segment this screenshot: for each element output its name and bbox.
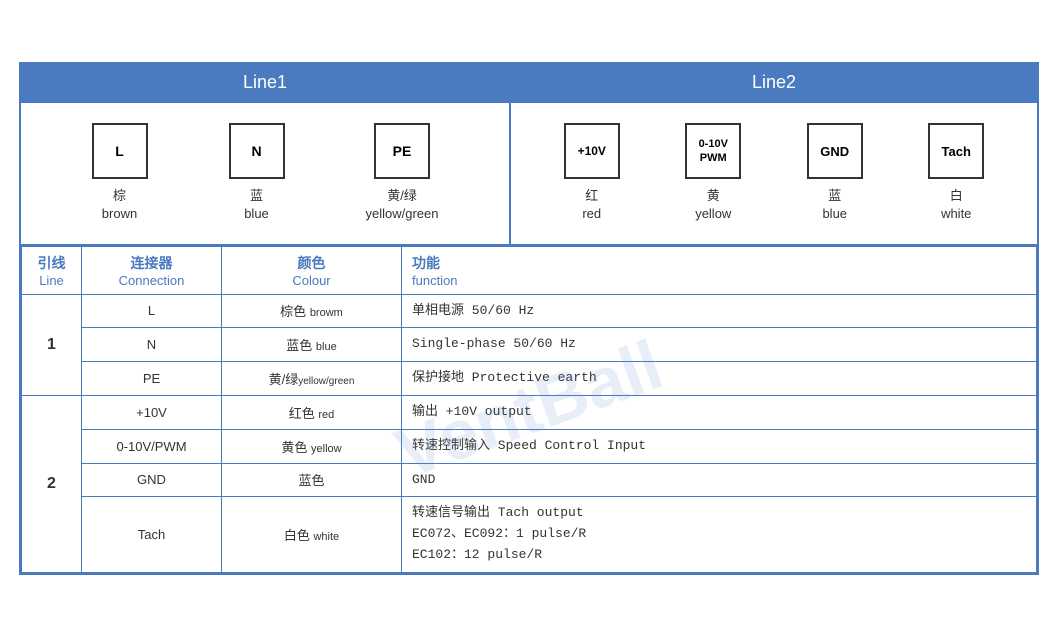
func-L: 单相电源 50/60 Hz [402,294,1037,328]
func-Tach: 转速信号输出 Tach output EC072、EC092：1 pulse/R… [402,497,1037,572]
table-row: GND 蓝色 GND [22,463,1037,497]
connector-10V: +10V 红red [564,123,620,223]
colour-PWM: 黄色 yellow [222,429,402,463]
conn-GND: GND [82,463,222,497]
connector-box-N: N [229,123,285,179]
colour-GND: 蓝色 [222,463,402,497]
table-row: 1 L 棕色 browm 单相电源 50/60 Hz [22,294,1037,328]
main-container: Line1 Line2 L 棕brown N 蓝blue PE 黄/绿yello… [19,62,1039,575]
line-number-2: 2 [22,395,82,572]
connector-label-Tach: 白white [941,187,971,223]
header-line2: Line2 [511,64,1037,101]
diagram-line2: +10V 红red 0-10VPWM 黄yellow GND 蓝blue Tac… [511,103,1037,243]
conn-L: L [82,294,222,328]
connector-label-GND: 蓝blue [822,187,847,223]
header-line1: Line1 [21,64,511,101]
table-section: VentBall 引线 Line 连接器 Connection 颜色 Colou… [21,246,1037,573]
table-row: Tach 白色 white 转速信号输出 Tach output EC072、E… [22,497,1037,572]
table-header-row: 引线 Line 连接器 Connection 颜色 Colour 功能 func… [22,246,1037,294]
connector-PE: PE 黄/绿yellow/green [366,123,439,223]
connector-box-PWM: 0-10VPWM [685,123,741,179]
th-colour: 颜色 Colour [222,246,402,294]
connector-label-PE: 黄/绿yellow/green [366,187,439,223]
conn-10V: +10V [82,395,222,429]
table-row: PE 黄/绿yellow/green 保护接地 Protective earth [22,362,1037,396]
func-PE: 保护接地 Protective earth [402,362,1037,396]
connector-PWM: 0-10VPWM 黄yellow [685,123,741,223]
func-10V: 输出 +10V output [402,395,1037,429]
data-table: 引线 Line 连接器 Connection 颜色 Colour 功能 func… [21,246,1037,573]
table-row: 0-10V/PWM 黄色 yellow 转速控制输入 Speed Control… [22,429,1037,463]
table-row: 2 +10V 红色 red 输出 +10V output [22,395,1037,429]
th-connection: 连接器 Connection [82,246,222,294]
connector-label-L: 棕brown [102,187,137,223]
diagram-row: L 棕brown N 蓝blue PE 黄/绿yellow/green +10V… [21,103,1037,245]
connector-N: N 蓝blue [229,123,285,223]
diagram-line1: L 棕brown N 蓝blue PE 黄/绿yellow/green [21,103,511,243]
func-GND: GND [402,463,1037,497]
connector-label-N: 蓝blue [244,187,269,223]
connector-label-10V: 红red [582,187,601,223]
colour-10V: 红色 red [222,395,402,429]
func-PWM: 转速控制输入 Speed Control Input [402,429,1037,463]
connector-label-PWM: 黄yellow [695,187,731,223]
colour-N: 蓝色 blue [222,328,402,362]
connector-L: L 棕brown [92,123,148,223]
colour-L: 棕色 browm [222,294,402,328]
conn-N: N [82,328,222,362]
connector-Tach: Tach 白white [928,123,984,223]
connector-box-Tach: Tach [928,123,984,179]
th-function: 功能 function [402,246,1037,294]
func-N: Single-phase 50/60 Hz [402,328,1037,362]
colour-PE: 黄/绿yellow/green [222,362,402,396]
connector-GND: GND 蓝blue [807,123,863,223]
connector-box-PE: PE [374,123,430,179]
conn-PWM: 0-10V/PWM [82,429,222,463]
header-row: Line1 Line2 [21,64,1037,103]
conn-Tach: Tach [82,497,222,572]
conn-PE: PE [82,362,222,396]
table-row: N 蓝色 blue Single-phase 50/60 Hz [22,328,1037,362]
connector-box-L: L [92,123,148,179]
connector-box-10V: +10V [564,123,620,179]
connector-box-GND: GND [807,123,863,179]
th-line: 引线 Line [22,246,82,294]
line-number-1: 1 [22,294,82,395]
colour-Tach: 白色 white [222,497,402,572]
